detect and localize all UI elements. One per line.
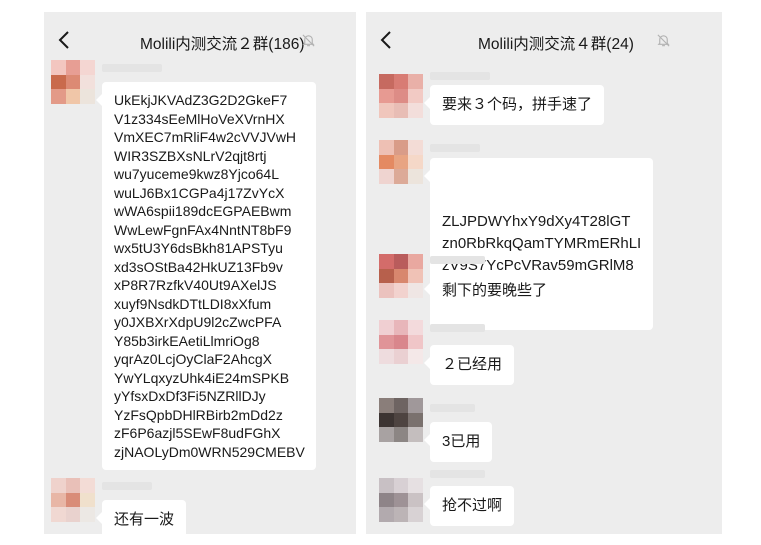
message-bubble[interactable]: 3已用 xyxy=(423,422,493,462)
chevron-left-icon[interactable] xyxy=(56,29,74,51)
chat-header: Molili内测交流４群(24) xyxy=(366,12,722,72)
sender-name xyxy=(430,144,480,152)
message-bubble[interactable]: 还有一波 xyxy=(95,500,187,534)
message-text: ２已经用 xyxy=(442,356,503,373)
sender-name xyxy=(430,324,485,332)
avatar[interactable] xyxy=(51,478,95,522)
message-bubble[interactable]: 要来３个码，拼手速了 xyxy=(423,85,605,125)
bell-off-icon xyxy=(657,34,670,47)
chat-window-right: Molili内测交流４群(24) 要来３个码，拼手速了 ZLJPDWYhxY9d… xyxy=(366,12,722,534)
chevron-left-icon[interactable] xyxy=(378,29,396,51)
sender-name xyxy=(430,404,475,412)
avatar[interactable] xyxy=(379,254,423,298)
avatar[interactable] xyxy=(379,478,423,522)
sender-name xyxy=(430,470,485,478)
message-bubble[interactable]: UkEkjJKVAdZ3G2D2GkeF7 V1z334sEeMlHoVeXVr… xyxy=(96,82,316,470)
avatar[interactable] xyxy=(379,74,423,118)
sender-name xyxy=(102,64,162,72)
avatar[interactable] xyxy=(379,398,423,442)
message-text: 剩下的要晚些了 xyxy=(442,282,548,299)
message-text: UkEkjJKVAdZ3G2D2GkeF7 V1z334sEeMlHoVeXVr… xyxy=(114,92,305,460)
sender-name xyxy=(430,72,490,80)
chat-window-left: Molili内测交流２群(186) UkEkjJKVAdZ3G2D2GkeF7 … xyxy=(44,12,356,534)
avatar[interactable] xyxy=(379,140,423,184)
message-text: 还有一波 xyxy=(114,511,175,528)
message-text: 要来３个码，拼手速了 xyxy=(442,96,593,113)
chat-title: Molili内测交流４群(24) xyxy=(478,36,634,53)
sender-name xyxy=(102,482,152,490)
message-text: ZLJPDWYhxY9dXy4T28lGT zn0RbRkqQamTYMRmER… xyxy=(442,213,642,274)
message-text: 3已用 xyxy=(442,433,481,450)
chat-title: Molili内测交流２群(186) xyxy=(140,36,305,53)
message-bubble[interactable]: ２已经用 xyxy=(423,345,515,385)
bell-off-icon xyxy=(302,34,315,47)
message-text: 抢不过啊 xyxy=(442,497,503,514)
message-bubble[interactable]: 剩下的要晚些了 xyxy=(423,271,560,311)
message-bubble[interactable]: 抢不过啊 xyxy=(423,486,515,526)
sender-name xyxy=(430,256,485,264)
avatar[interactable] xyxy=(51,60,95,104)
avatar[interactable] xyxy=(379,320,423,364)
